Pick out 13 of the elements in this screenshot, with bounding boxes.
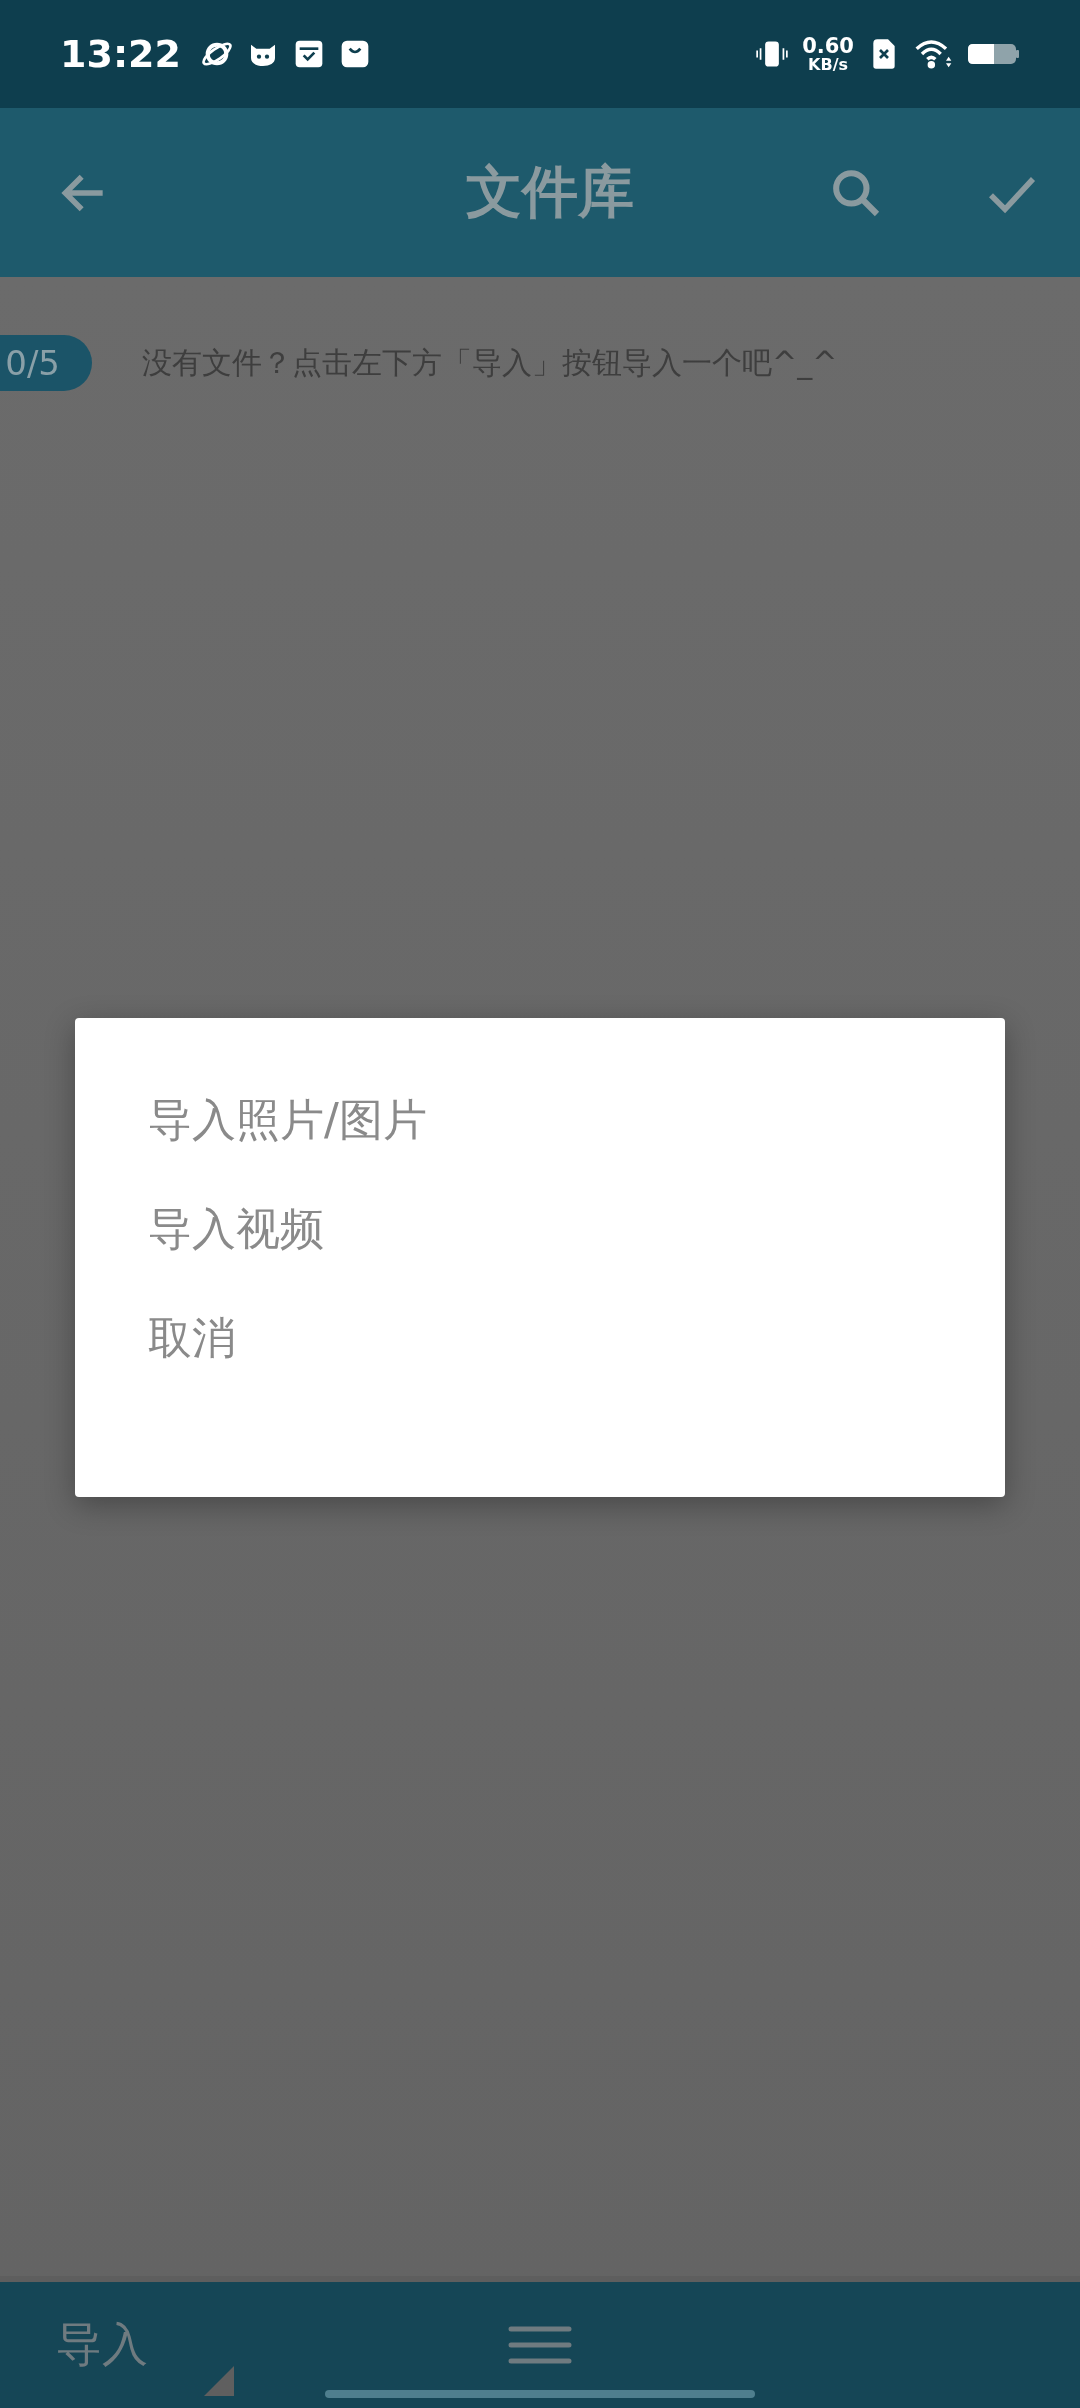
import-button[interactable]: 导入 — [56, 2314, 148, 2376]
speed-unit: KB/s — [808, 56, 849, 73]
file-counter: 0/5 — [0, 335, 92, 391]
dialog-option[interactable]: 导入照片/图片 — [75, 1066, 1005, 1175]
dialog-option[interactable]: 取消 — [75, 1284, 1005, 1393]
app-title: 文件库 — [465, 157, 635, 226]
menu-icon[interactable] — [508, 2325, 572, 2365]
network-speed: 0.60 — [802, 35, 854, 57]
wifi-icon — [914, 38, 954, 70]
status-time: 13:22 — [60, 32, 181, 76]
dialog-option[interactable]: 导入视频 — [75, 1175, 1005, 1284]
corner-triangle-icon — [204, 2366, 234, 2396]
vibrate-icon — [756, 38, 789, 70]
